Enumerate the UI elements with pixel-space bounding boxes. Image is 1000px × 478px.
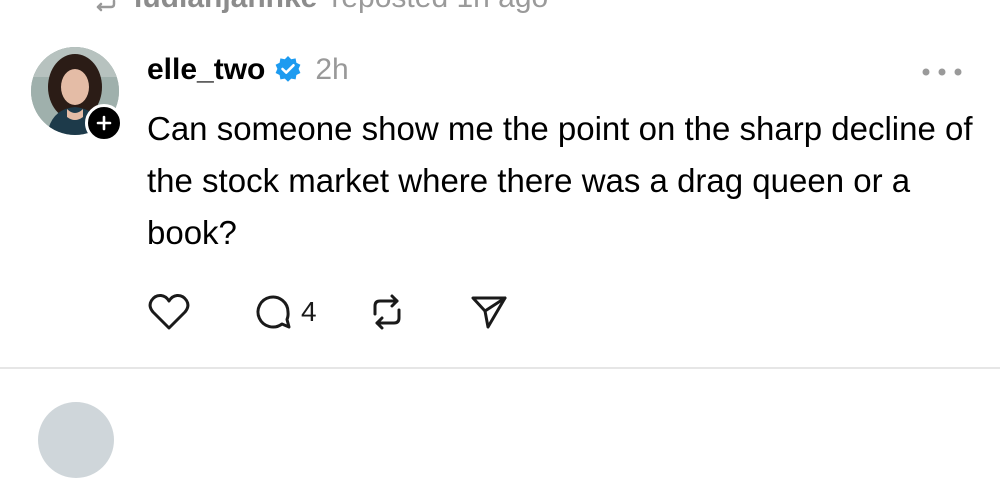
repost-icon [90,0,120,13]
reply-button[interactable]: 4 [253,290,317,334]
repost-indicator[interactable]: ludianjahnke reposted 1h ago [90,0,548,18]
share-button[interactable] [469,290,509,334]
more-options-button[interactable] [918,58,966,86]
post-divider [0,367,1000,369]
next-post-avatar[interactable] [38,402,114,478]
post-actions: 4 [147,290,509,334]
post-timestamp: 2h [315,53,349,86]
like-button[interactable] [147,290,191,334]
repost-icon [367,292,407,332]
repost-label: reposted 1h ago [331,0,548,15]
username[interactable]: elle_two [147,53,265,87]
send-icon [469,292,509,332]
comment-icon [253,292,293,332]
heart-icon [147,292,191,332]
plus-icon [96,115,112,131]
post-text: Can someone show me the point on the sha… [147,110,973,251]
post-header: elle_two 2h [147,50,349,90]
more-options-icon [921,67,963,77]
verified-badge-icon [273,55,303,85]
reply-count: 4 [301,296,317,327]
follow-button[interactable] [85,104,123,142]
repost-username[interactable]: ludianjahnke [134,0,317,15]
repost-button[interactable] [367,290,407,334]
